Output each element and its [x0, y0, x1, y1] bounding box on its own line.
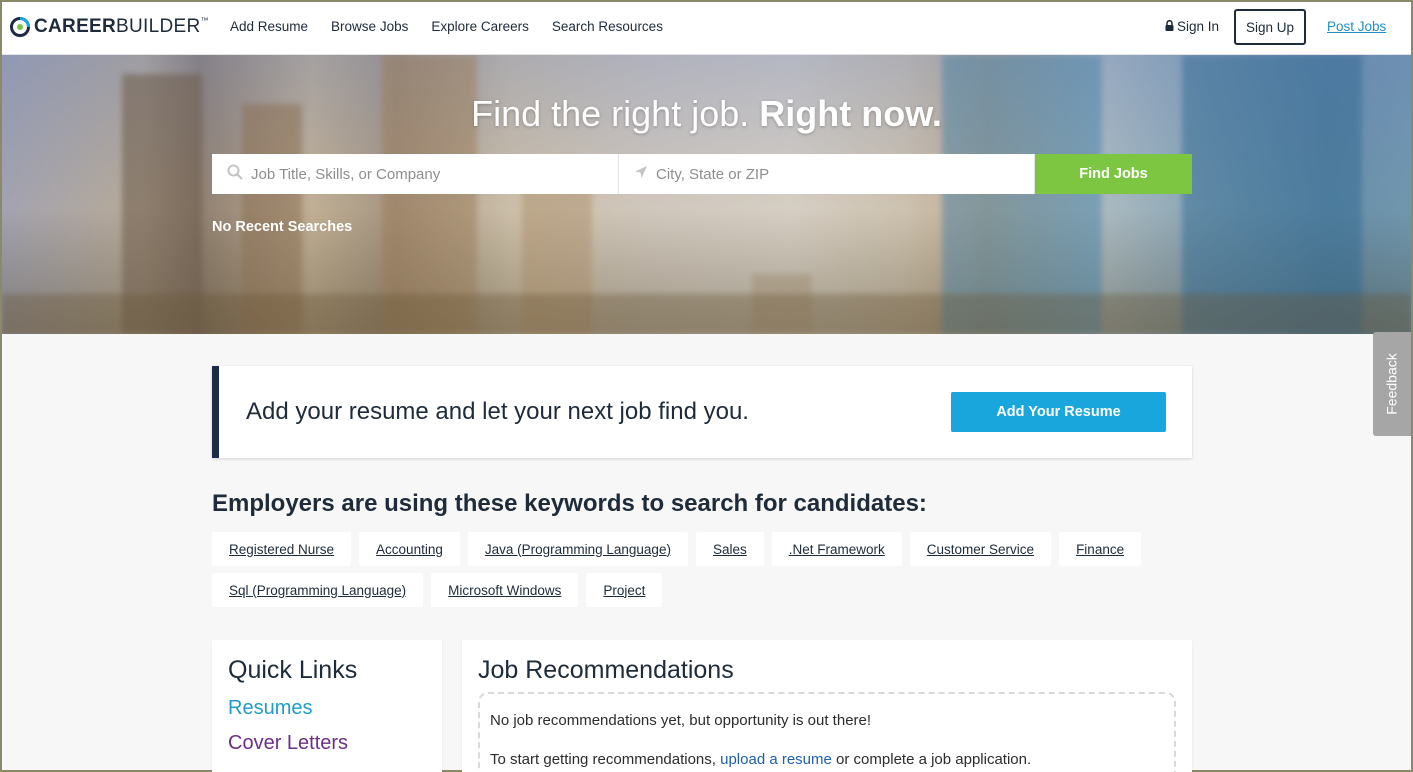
careerbuilder-logo-icon: [10, 17, 30, 37]
resume-promo-banner: Add your resume and let your next job fi…: [212, 366, 1192, 458]
add-your-resume-button[interactable]: Add Your Resume: [951, 392, 1166, 432]
job-keyword-field: [212, 154, 619, 194]
search-icon: [227, 164, 243, 185]
resume-promo-message: Add your resume and let your next job fi…: [246, 398, 749, 425]
nav-search-resources[interactable]: Search Resources: [552, 19, 663, 34]
careerbuilder-logo[interactable]: CAREERBUILDER™: [10, 16, 209, 38]
logo-text-bold: CAREER: [34, 16, 117, 37]
job-keyword-input[interactable]: [251, 165, 591, 183]
recent-searches-label: No Recent Searches: [212, 219, 353, 235]
quick-link-resumes[interactable]: Resumes: [228, 697, 312, 720]
keyword-chip[interactable]: Registered Nurse: [212, 532, 352, 566]
quick-links-card: Quick Links Resumes Cover Letters: [212, 640, 442, 772]
upload-resume-link[interactable]: upload a resume: [720, 751, 832, 768]
keyword-chip[interactable]: Java (Programming Language): [467, 532, 688, 566]
keyword-chip[interactable]: Finance: [1059, 532, 1142, 566]
empty-state-message: No job recommendations yet, but opportun…: [490, 712, 872, 729]
background-street: [2, 294, 1411, 334]
job-recommendations-card: Job Recommendations No job recommendatio…: [462, 640, 1192, 772]
nav-explore-careers[interactable]: Explore Careers: [431, 19, 529, 34]
instructions-prefix: To start getting recommendations,: [490, 751, 716, 768]
hero-banner: Find the right job. Right now. Find Jobs…: [2, 55, 1411, 334]
job-search-form: Find Jobs: [212, 154, 1192, 194]
job-recommendations-heading: Job Recommendations: [478, 656, 734, 684]
logo-text-light: BUILDER: [116, 16, 201, 37]
keyword-chip[interactable]: Sales: [695, 532, 764, 566]
location-field: [619, 154, 1035, 194]
location-arrow-icon: [634, 165, 648, 184]
keyword-chip[interactable]: Project: [586, 573, 663, 607]
sign-up-button[interactable]: Sign Up: [1234, 9, 1306, 45]
main-nav: Add Resume Browse Jobs Explore Careers S…: [230, 19, 663, 34]
quick-link-cover-letters[interactable]: Cover Letters: [228, 732, 348, 755]
find-jobs-button[interactable]: Find Jobs: [1035, 154, 1192, 194]
recommendations-empty-state: No job recommendations yet, but opportun…: [478, 692, 1176, 772]
keywords-heading: Employers are using these keywords to se…: [212, 490, 927, 517]
sign-in-label: Sign In: [1177, 19, 1220, 34]
instructions-suffix: or complete a job application.: [836, 751, 1032, 768]
sign-in-link[interactable]: Sign In: [1165, 19, 1219, 34]
feedback-label: Feedback: [1384, 353, 1401, 415]
nav-add-resume[interactable]: Add Resume: [230, 19, 308, 34]
top-navigation-bar: CAREERBUILDER™ Add Resume Browse Jobs Ex…: [2, 2, 1411, 55]
keyword-chip[interactable]: Customer Service: [909, 532, 1052, 566]
nav-browse-jobs[interactable]: Browse Jobs: [331, 19, 408, 34]
hero-title: Find the right job. Right now.: [2, 93, 1411, 135]
quick-links-heading: Quick Links: [228, 656, 358, 684]
keyword-chip[interactable]: Sql (Programming Language): [212, 573, 424, 607]
hero-title-light: Find the right job.: [471, 93, 750, 134]
lock-icon: [1165, 19, 1174, 34]
hero-title-bold: Right now.: [759, 93, 942, 134]
keyword-chip[interactable]: .Net Framework: [771, 532, 902, 566]
empty-state-instructions: To start getting recommendations, upload…: [490, 751, 1031, 768]
keyword-chips: Registered Nurse Accounting Java (Progra…: [212, 532, 1172, 607]
post-jobs-link[interactable]: Post Jobs: [1327, 19, 1386, 34]
feedback-tab[interactable]: Feedback: [1373, 332, 1411, 436]
location-input[interactable]: [656, 165, 996, 183]
keyword-chip[interactable]: Accounting: [359, 532, 460, 566]
keyword-chip[interactable]: Microsoft Windows: [431, 573, 579, 607]
